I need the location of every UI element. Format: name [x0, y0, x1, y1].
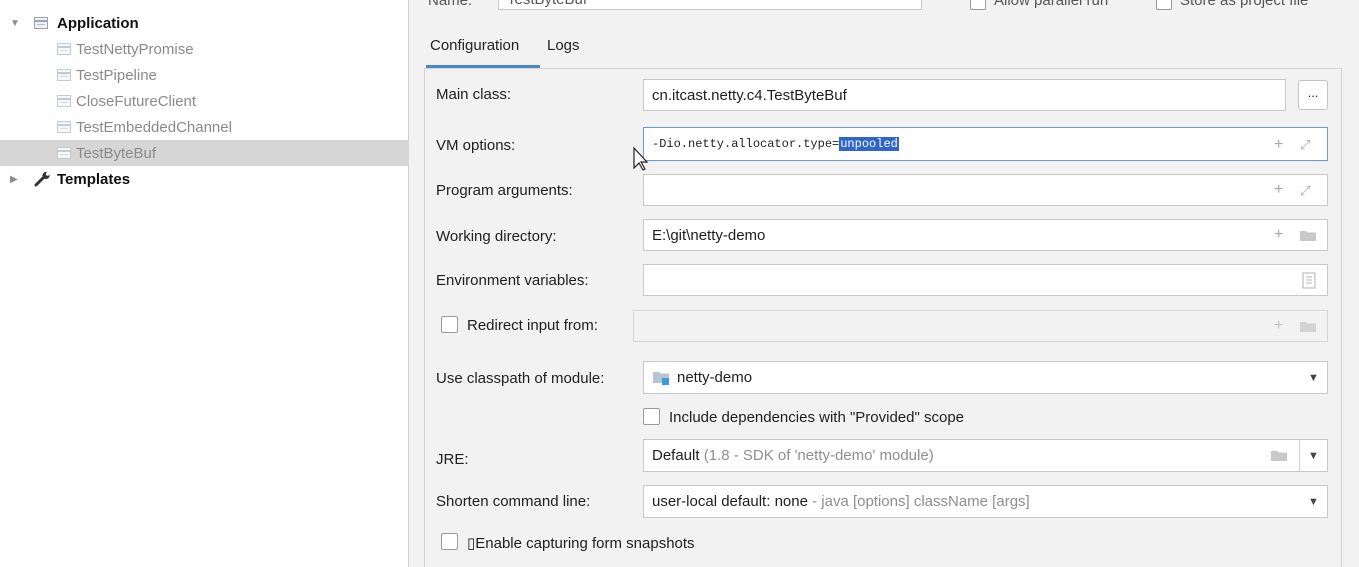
jre-value: Default (1.8 - SDK of 'netty-demo' modul… [652, 447, 934, 464]
tab-logs[interactable]: Logs [547, 34, 580, 68]
include-provided-checkbox[interactable] [643, 408, 660, 425]
store-project-checkbox[interactable] [1156, 0, 1172, 10]
vm-options-label: VM options: [436, 137, 516, 154]
vm-options-input[interactable]: -Dio.netty.allocator.type=unpooled + ⤢ [643, 127, 1328, 161]
main-class-label: Main class: [436, 86, 512, 103]
tree-item-label: TestByteBuf [76, 144, 157, 162]
add-icon[interactable]: + [1274, 227, 1283, 243]
jre-hint-text: (1.8 - SDK of 'netty-demo' module) [703, 447, 934, 464]
add-icon[interactable]: + [1274, 182, 1283, 198]
working-directory-input[interactable]: E:\git\netty-demo + [643, 219, 1328, 251]
store-project-label: Store as project file [1180, 0, 1309, 9]
tree-item-testembeddedchannel[interactable]: TestEmbeddedChannel [0, 114, 409, 140]
vm-options-value: -Dio.netty.allocator.type=unpooled [652, 137, 899, 151]
environment-variables-label: Environment variables: [436, 272, 589, 289]
name-label: Name: [428, 0, 473, 9]
redirect-input-checkbox[interactable] [441, 316, 458, 333]
application-icon [34, 17, 48, 29]
tree-item-testnettypromise[interactable]: TestNettyPromise [0, 36, 409, 62]
browse-main-class-button[interactable]: ... [1298, 80, 1328, 110]
program-arguments-label: Program arguments: [436, 182, 573, 199]
allow-parallel-label: Allow parallel run [994, 0, 1109, 9]
module-folder-icon [653, 372, 669, 385]
tree-item-label: TestPipeline [76, 66, 157, 84]
working-directory-label: Working directory: [436, 228, 557, 245]
environment-variables-input[interactable] [643, 264, 1328, 296]
tree-item-closefutureclient[interactable]: CloseFutureClient [0, 88, 409, 114]
folder-icon[interactable] [1299, 229, 1317, 242]
document-icon[interactable] [1302, 272, 1316, 289]
wrench-icon [34, 171, 50, 187]
add-icon[interactable]: + [1274, 137, 1283, 153]
config-icon [57, 95, 71, 107]
folder-icon[interactable] [1299, 320, 1317, 333]
shorten-command-line-value: user-local default: none - java [options… [652, 493, 1030, 510]
config-tree: ▼ Application TestNettyPromise TestPipel… [0, 0, 409, 567]
folder-icon[interactable] [1270, 449, 1288, 462]
config-icon [57, 43, 71, 55]
tree-item-testpipeline[interactable]: TestPipeline [0, 62, 409, 88]
capture-snapshots-label: ▯Enable capturing form snapshots [467, 535, 695, 552]
caret-down-icon[interactable]: ▼ [10, 18, 20, 29]
include-provided-label: Include dependencies with "Provided" sco… [669, 409, 965, 426]
program-arguments-input[interactable]: + ⤢ [643, 174, 1328, 206]
caret-right-icon[interactable]: ▶ [10, 174, 18, 185]
name-input[interactable]: TestByteBuf [498, 0, 922, 10]
jre-separator [1299, 440, 1300, 471]
classpath-module-label: Use classpath of module: [436, 370, 605, 387]
main-class-value: cn.itcast.netty.c4.TestByteBuf [652, 87, 847, 104]
capture-snapshots-checkbox[interactable] [441, 533, 458, 550]
jre-select[interactable]: Default (1.8 - SDK of 'netty-demo' modul… [643, 439, 1328, 472]
shorten-value-text: user-local default: none [652, 493, 808, 510]
jre-label: JRE: [436, 451, 469, 468]
tab-configuration[interactable]: Configuration [430, 34, 520, 68]
expand-icon[interactable]: ⤢ [1300, 137, 1310, 153]
tree-node-application[interactable]: ▼ Application [0, 10, 409, 36]
tree-label-templates: Templates [57, 170, 131, 188]
name-input-value: TestByteBuf [507, 0, 587, 8]
shorten-command-line-select[interactable]: user-local default: none - java [options… [643, 485, 1328, 518]
header-bar: Name: TestByteBuf Allow parallel run Sto… [410, 0, 1359, 12]
mouse-cursor-icon [633, 146, 648, 171]
classpath-module-value: netty-demo [677, 369, 753, 386]
vm-options-text: -Dio.netty.allocator.type= [652, 137, 840, 151]
shorten-command-line-label: Shorten command line: [436, 493, 591, 510]
config-icon [57, 147, 71, 159]
config-icon [57, 121, 71, 133]
expand-icon[interactable]: ⤢ [1300, 183, 1310, 199]
add-icon[interactable]: + [1274, 318, 1283, 334]
tree-label-application: Application [57, 14, 139, 32]
allow-parallel-checkbox[interactable] [970, 0, 986, 10]
main-class-input[interactable]: cn.itcast.netty.c4.TestByteBuf [643, 79, 1286, 111]
tree-item-label: TestEmbeddedChannel [76, 118, 232, 136]
vm-options-selected-text: unpooled [839, 137, 899, 151]
redirect-input-field[interactable]: + [633, 310, 1328, 342]
working-directory-value: E:\git\netty-demo [652, 227, 766, 244]
classpath-module-select[interactable]: netty-demo ▼ [643, 361, 1328, 394]
tree-item-label: CloseFutureClient [76, 92, 197, 110]
jre-default-text: Default [652, 447, 700, 464]
tree-node-templates[interactable]: ▶ Templates [0, 166, 409, 192]
config-icon [57, 69, 71, 81]
tree-item-testbytebuf[interactable]: TestByteBuf [0, 140, 409, 166]
redirect-input-label: Redirect input from: [467, 317, 598, 334]
tree-item-label: TestNettyPromise [76, 40, 194, 58]
dropdown-arrow-icon: ▼ [1308, 496, 1319, 508]
dropdown-arrow-icon: ▼ [1308, 372, 1319, 384]
shorten-hint-text: - java [options] className [args] [812, 493, 1030, 510]
dropdown-arrow-icon[interactable]: ▼ [1308, 450, 1319, 462]
